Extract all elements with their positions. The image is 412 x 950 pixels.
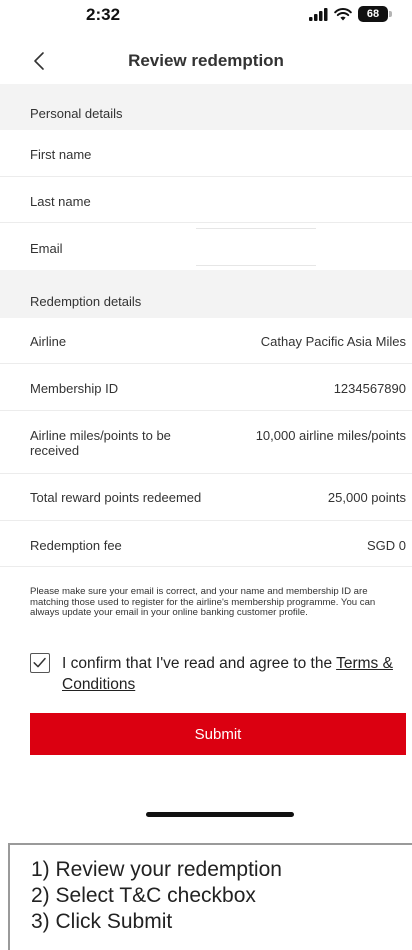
- points-redeemed-label: Total reward points redeemed: [30, 490, 202, 505]
- page-title: Review redemption: [128, 51, 284, 70]
- email-row: Email: [0, 223, 412, 270]
- membership-id-label: Membership ID: [30, 381, 119, 396]
- instruction-step: 1) Review your redemption: [31, 858, 282, 881]
- points-redeemed-row: Total reward points redeemed 25,000 poin…: [0, 474, 412, 521]
- last-name-label: Last name: [30, 194, 91, 209]
- redemption-fee-label: Redemption fee: [30, 538, 122, 553]
- disclaimer-text: Please make sure your email is correct, …: [30, 586, 376, 619]
- status-icons: 68: [309, 6, 392, 22]
- review-redemption-screen: 2:32 68 Review redemption Personal detai…: [0, 0, 412, 950]
- terms-checkbox[interactable]: [30, 653, 50, 673]
- checkmark-icon: [33, 657, 46, 668]
- email-label: Email: [30, 241, 63, 256]
- email-field-bottom-border: [196, 265, 316, 266]
- battery-icon: 68: [358, 6, 392, 22]
- miles-received-row: Airline miles/points to be received 10,0…: [0, 411, 412, 474]
- consent-statement: I confirm that I've read and agree to th…: [62, 655, 337, 672]
- submit-button[interactable]: Submit: [30, 713, 406, 755]
- signal-icon: [309, 7, 328, 21]
- membership-id-value: 1234567890: [333, 381, 406, 396]
- airline-value: Cathay Pacific Asia Miles: [260, 334, 406, 349]
- top-bar: Review redemption: [0, 38, 412, 84]
- airline-row: Airline Cathay Pacific Asia Miles: [0, 318, 412, 364]
- home-indicator: [146, 812, 294, 817]
- last-name-row: Last name: [0, 177, 412, 223]
- points-redeemed-value: 25,000 points: [327, 490, 406, 505]
- instruction-step: 3) Click Submit: [31, 910, 173, 933]
- airline-label: Airline: [30, 334, 67, 349]
- first-name-row: First name: [0, 130, 412, 177]
- personal-details-title: Personal details: [30, 106, 123, 121]
- wifi-icon: [334, 7, 352, 20]
- battery-level: 68: [366, 8, 380, 20]
- redemption-fee-row: Redemption fee SGD 0: [0, 521, 412, 567]
- miles-received-value: 10,000 airline miles/points: [255, 428, 406, 443]
- email-field-top-border: [196, 228, 316, 229]
- redemption-details-header: Redemption details: [0, 270, 412, 318]
- consent-text: I confirm that I've read and agree to th…: [62, 653, 402, 695]
- status-bar: 2:32 68: [0, 0, 412, 34]
- status-time: 2:32: [86, 5, 121, 24]
- instructions-panel: 1) Review your redemption 2) Select T&C …: [8, 843, 412, 950]
- membership-id-row: Membership ID 1234567890: [0, 364, 412, 411]
- personal-details-header: Personal details: [0, 84, 412, 130]
- redemption-details-title: Redemption details: [30, 294, 142, 309]
- redemption-fee-value: SGD 0: [366, 538, 406, 553]
- first-name-label: First name: [30, 147, 92, 162]
- miles-received-label: Airline miles/points to be received: [30, 428, 171, 458]
- instruction-step: 2) Select T&C checkbox: [31, 884, 256, 907]
